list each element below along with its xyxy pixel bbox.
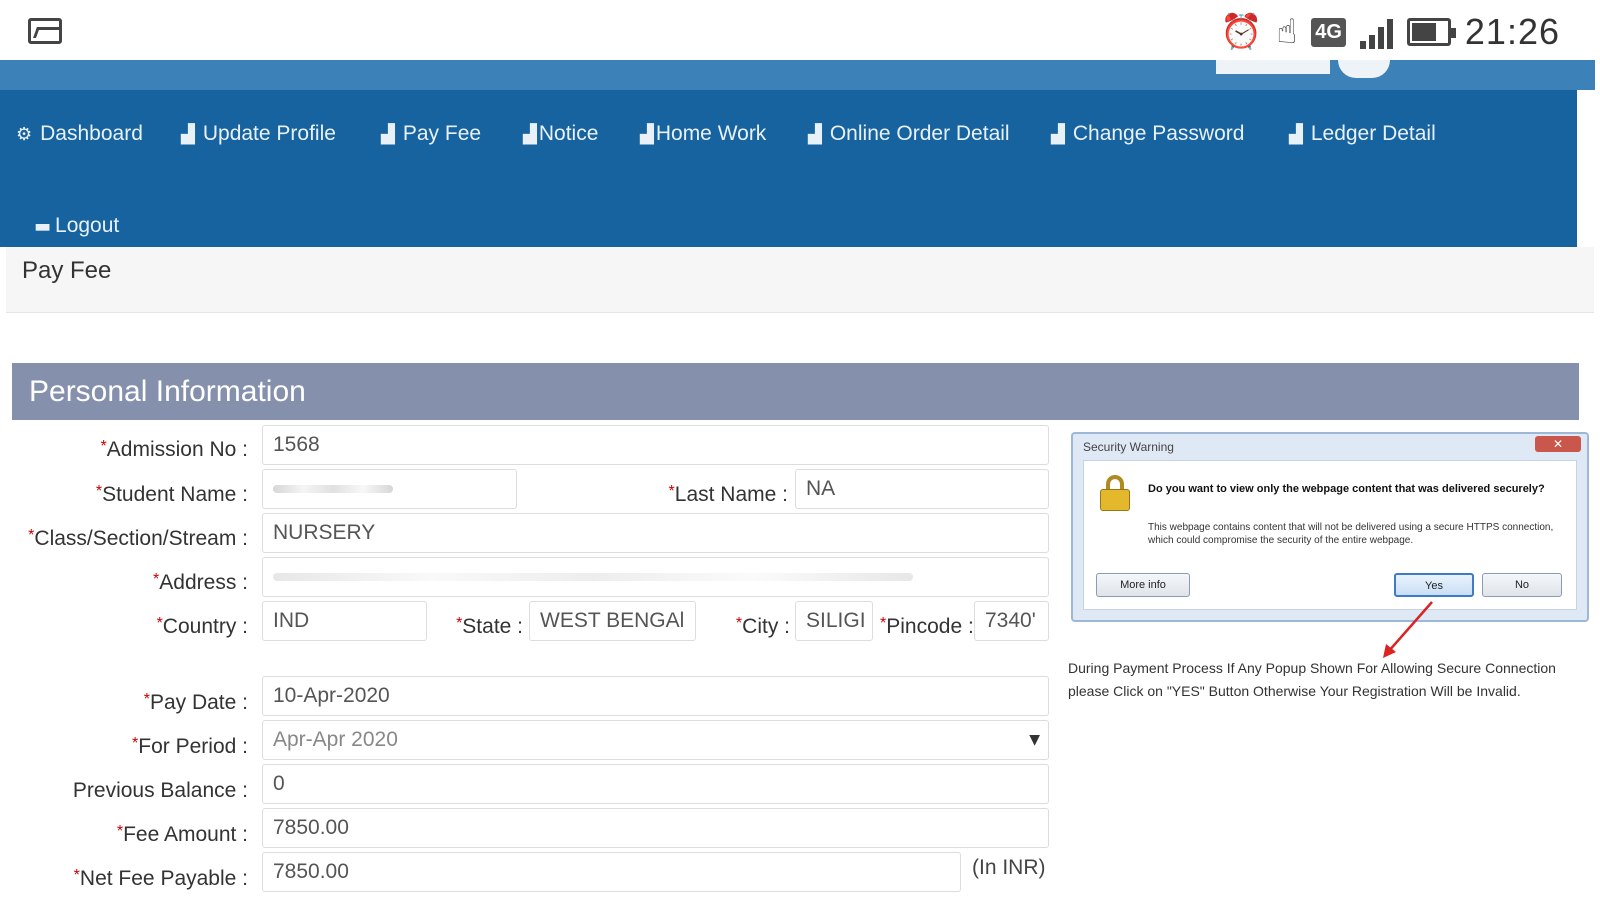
dialog-body: Do you want to view only the webpage con… [1083, 460, 1577, 610]
nav-label: Notice [538, 122, 599, 145]
pay-date-label: *Pay Date : [143, 691, 248, 714]
page-title: Pay Fee [22, 257, 112, 284]
nav-label: Dashboard [40, 122, 143, 145]
chevron-down-icon: ▼ [1029, 732, 1040, 748]
address-label: *Address : [153, 571, 248, 594]
chart-icon: ▟ [808, 123, 822, 145]
nav-update-profile[interactable]: ▟ Update Profile [181, 122, 336, 146]
for-period-value: Apr-Apr 2020 [273, 728, 398, 751]
city-field[interactable]: SILIGI [795, 601, 873, 641]
clock: 21:26 [1464, 11, 1560, 52]
nav-change-password[interactable]: ▟ Change Password [1051, 122, 1244, 146]
network-badge: 4G [1311, 17, 1346, 47]
currency-unit: (In INR) [972, 856, 1046, 879]
student-name-field[interactable] [262, 469, 517, 509]
page-header: Pay Fee [6, 247, 1594, 313]
chart-icon: ▟ [1051, 123, 1065, 145]
for-period-select[interactable]: Apr-Apr 2020 ▼ [262, 720, 1049, 760]
more-info-button: More info [1096, 573, 1190, 597]
nav-label: Pay Fee [402, 122, 482, 145]
previous-balance-label: Previous Balance : [72, 779, 248, 802]
header-strip [0, 60, 1595, 90]
alarm-icon: ⏰ [1220, 12, 1263, 52]
status-bar: ⏰ ☝ 4G 21:26 [0, 0, 1600, 60]
nav-label: Ledger Detail [1310, 122, 1436, 145]
nav-notice[interactable]: ▟ Notice [523, 122, 598, 146]
arrow-icon [1383, 601, 1433, 658]
header-box [1216, 60, 1330, 74]
fee-amount-label: *Fee Amount : [116, 823, 248, 846]
dialog-title: Security Warning [1083, 440, 1174, 454]
dashboard-icon: ⚙ [16, 123, 33, 145]
country-label: *Country : [156, 615, 248, 638]
nav-home-work[interactable]: ▟ Home Work [640, 122, 766, 146]
state-label: *State : [456, 615, 523, 638]
class-section-field[interactable]: NURSERY [262, 513, 1049, 553]
state-field[interactable]: WEST BENGAl [529, 601, 696, 641]
nav-label: Update Profile [202, 122, 336, 145]
avatar[interactable] [1338, 60, 1390, 78]
last-name-label: *Last Name : [668, 483, 788, 506]
nav-label: Online Order Detail [829, 122, 1010, 145]
country-field[interactable]: IND [262, 601, 427, 641]
pincode-label: *Pincode : [880, 615, 974, 638]
nav-logout[interactable]: ▬ Logout [34, 214, 119, 238]
chart-icon: ▟ [523, 123, 537, 145]
lock-icon [1100, 475, 1130, 511]
student-name-label: *Student Name : [95, 483, 248, 506]
security-warning-image: Security Warning ✕ Do you want to view o… [1071, 432, 1589, 622]
status-icons: ⏰ ☝ 4G 21:26 [1220, 10, 1560, 54]
battery-icon [1406, 18, 1456, 46]
admission-no-label: *Admission No : [100, 438, 248, 461]
section-title: Personal Information [29, 375, 306, 408]
payment-instruction-note: During Payment Process If Any Popup Show… [1068, 660, 1556, 699]
chart-icon: ▟ [640, 123, 654, 145]
nav-pay-fee[interactable]: ▟ Pay Fee [381, 122, 481, 146]
dialog-question: Do you want to view only the webpage con… [1148, 483, 1545, 495]
city-label: *City : [735, 615, 790, 638]
nav-dashboard[interactable]: ⚙ Dashboard [16, 122, 143, 146]
chart-icon: ▟ [1289, 123, 1303, 145]
nav-label: Logout [55, 214, 120, 237]
gallery-icon [28, 18, 62, 44]
pincode-field[interactable]: 7340' [974, 601, 1049, 641]
nav-online-order-detail[interactable]: ▟ Online Order Detail [808, 122, 1010, 146]
main-nav: ⚙ Dashboard ▟ Update Profile ▟ Pay Fee ▟… [0, 90, 1577, 247]
logout-icon: ▬ [34, 215, 52, 237]
class-section-label: *Class/Section/Stream : [28, 527, 248, 550]
dialog-description: This webpage contains content that will … [1148, 522, 1554, 546]
for-period-label: *For Period : [132, 735, 248, 758]
fee-amount-field[interactable]: 7850.00 [262, 808, 1049, 848]
net-fee-payable-label: *Net Fee Payable : [73, 867, 248, 890]
nav-label: Change Password [1072, 122, 1245, 145]
address-field[interactable] [262, 557, 1049, 597]
yes-button: Yes [1394, 573, 1474, 597]
chart-icon: ▟ [381, 123, 395, 145]
pay-date-field[interactable]: 10-Apr-2020 [262, 676, 1049, 716]
close-icon: ✕ [1535, 436, 1581, 452]
touch-icon: ☝ [1276, 12, 1298, 52]
chart-icon: ▟ [181, 123, 195, 145]
nav-label: Home Work [655, 122, 767, 145]
no-button: No [1482, 573, 1562, 597]
previous-balance-field[interactable]: 0 [262, 764, 1049, 804]
section-header: Personal Information [12, 363, 1579, 420]
signal-icon [1359, 15, 1393, 49]
admission-no-field[interactable]: 1568 [262, 425, 1049, 465]
net-fee-payable-field[interactable]: 7850.00 [262, 852, 961, 892]
nav-ledger-detail[interactable]: ▟ Ledger Detail [1289, 122, 1436, 146]
last-name-field[interactable]: NA [795, 469, 1049, 509]
